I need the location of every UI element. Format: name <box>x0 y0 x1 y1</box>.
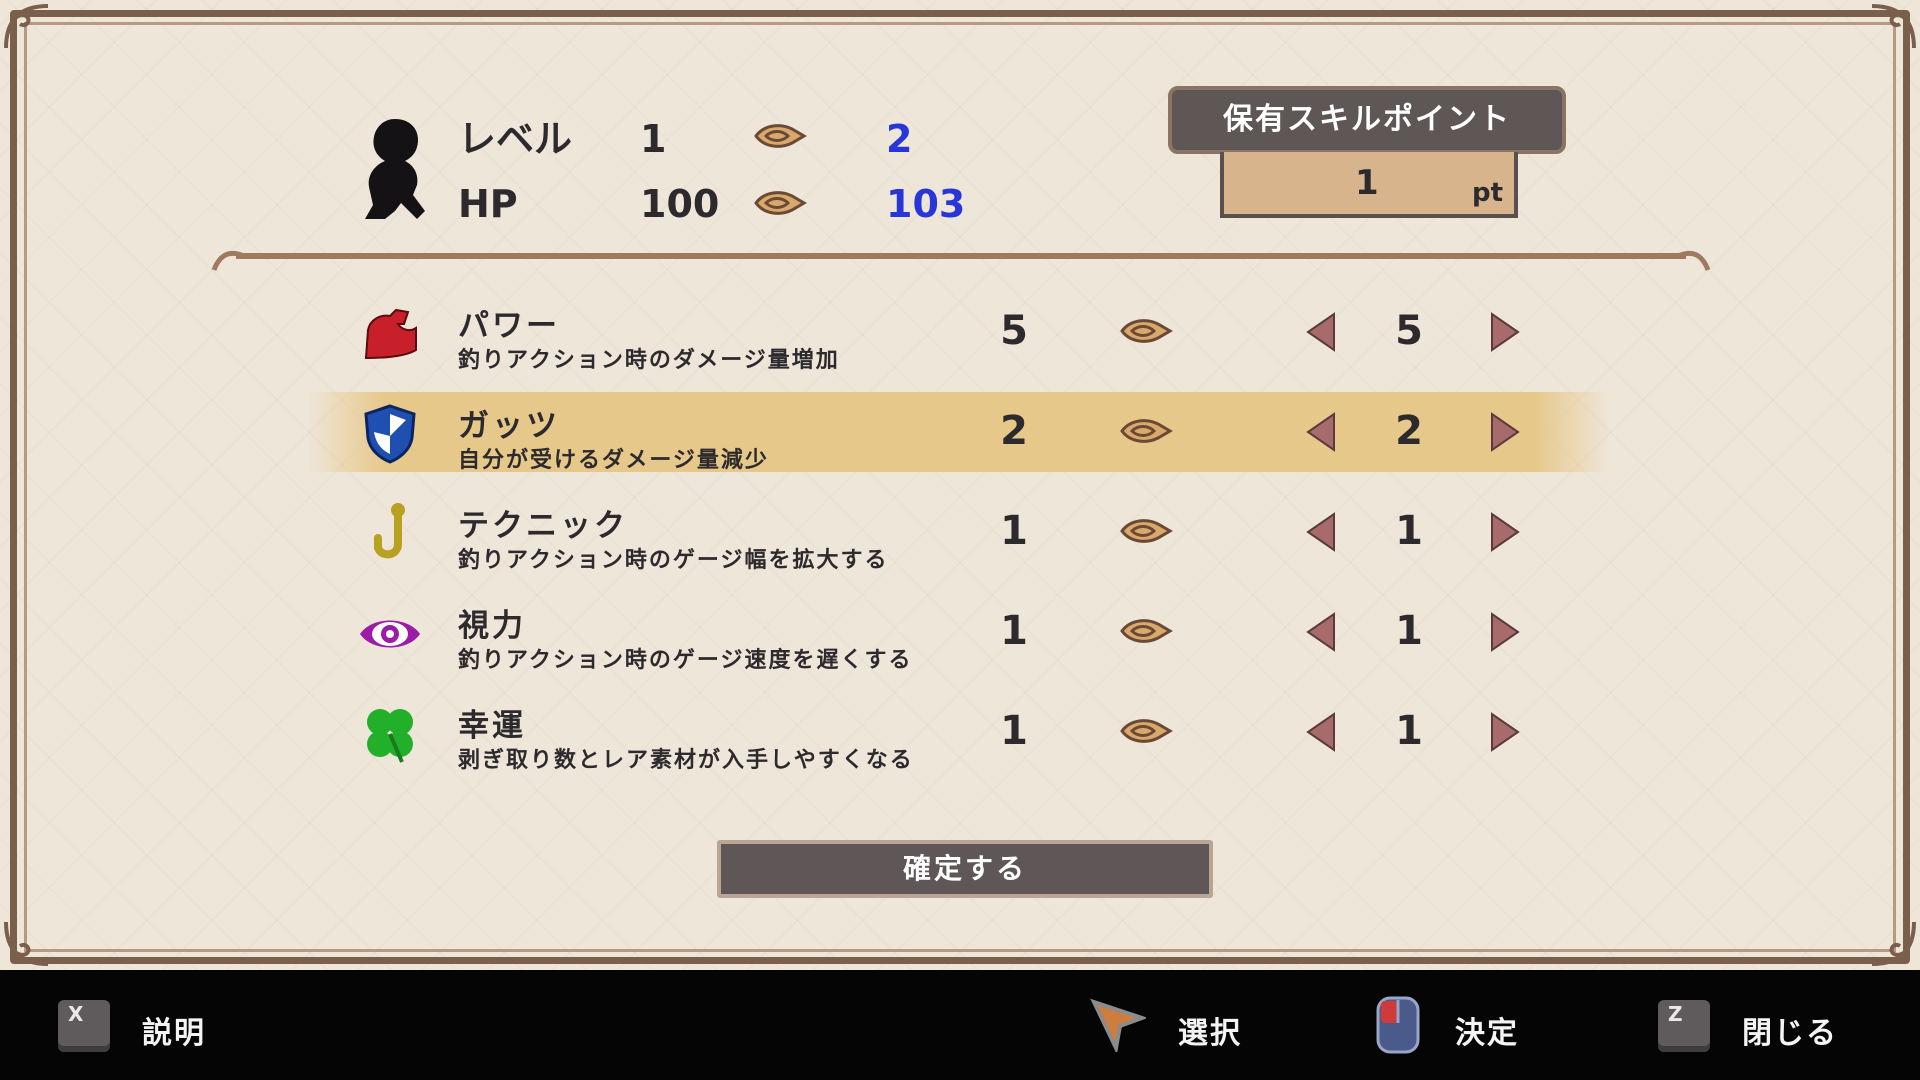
divider-ornament <box>211 250 1711 271</box>
decide-label: 決定 <box>1455 1016 1519 1051</box>
skill-current-value: 1 <box>1000 608 1028 654</box>
confirm-button[interactable]: 確定する <box>717 840 1213 898</box>
hp-next: 103 <box>886 182 966 226</box>
x-key-icon[interactable]: X <box>58 1000 110 1052</box>
hp-current: 100 <box>640 182 720 226</box>
level-label: レベル <box>458 117 573 161</box>
increase-button[interactable] <box>1488 512 1522 552</box>
skill-next-value: 1 <box>1395 508 1423 554</box>
arrow-ornament-icon <box>754 191 807 215</box>
muscle-arm-icon <box>358 302 422 366</box>
control-bar: X 説明 選択 決定 Z 閉じる <box>0 970 1920 1080</box>
decrease-button[interactable] <box>1304 312 1338 352</box>
increase-button[interactable] <box>1488 312 1522 352</box>
skill-next-value: 5 <box>1395 308 1423 354</box>
z-key-icon[interactable]: Z <box>1658 1000 1710 1052</box>
eye-icon <box>358 602 422 666</box>
clover-icon <box>358 702 422 766</box>
decrease-button[interactable] <box>1304 712 1338 752</box>
skill-next-value: 1 <box>1395 608 1423 654</box>
skill-current-value: 1 <box>1000 708 1028 754</box>
skill-description: 釣りアクション時のゲージ速度を遅くする <box>458 648 913 673</box>
skill-description: 釣りアクション時のゲージ幅を拡大する <box>458 548 889 573</box>
skill-description: 釣りアクション時のダメージ量増加 <box>458 348 840 373</box>
player-silhouette-icon <box>365 119 425 219</box>
arrow-ornament-icon <box>1118 414 1174 448</box>
shield-icon <box>358 402 422 466</box>
hp-label: HP <box>458 182 518 226</box>
skill-name: パワー <box>458 308 560 344</box>
fishhook-icon <box>358 502 422 566</box>
increase-button[interactable] <box>1488 712 1522 752</box>
decrease-button[interactable] <box>1304 612 1338 652</box>
mouse-icon <box>1376 996 1420 1054</box>
arrow-ornament-icon <box>1118 314 1174 348</box>
skill-current-value: 1 <box>1000 508 1028 554</box>
arrow-ornament-icon <box>1118 514 1174 548</box>
skill-name: 視力 <box>458 608 526 644</box>
skill-current-value: 5 <box>1000 308 1028 354</box>
skill-points-value: 1 <box>1355 163 1379 203</box>
skill-next-value: 2 <box>1395 408 1423 454</box>
level-current: 1 <box>640 117 667 161</box>
skill-name: 幸運 <box>458 708 526 744</box>
skill-name: ガッツ <box>458 408 560 444</box>
corner-ornament-icon <box>4 4 49 49</box>
skill-current-value: 2 <box>1000 408 1028 454</box>
z-key-label: Z <box>1668 1002 1683 1026</box>
skill-next-value: 1 <box>1395 708 1423 754</box>
select-label: 選択 <box>1178 1016 1242 1051</box>
increase-button[interactable] <box>1488 612 1522 652</box>
skill-panel: レベル 1 2 HP 100 103 保有スキルポイント 1 pt パワー釣りア… <box>0 0 1920 970</box>
level-next: 2 <box>886 117 913 161</box>
cursor-icon <box>1090 998 1146 1052</box>
panel-inner-frame <box>24 22 1896 952</box>
skill-points-title: 保有スキルポイント <box>1168 86 1566 154</box>
corner-ornament-icon <box>1871 921 1916 966</box>
skill-description: 自分が受けるダメージ量減少 <box>458 448 769 473</box>
x-key-label: X <box>68 1002 84 1026</box>
corner-ornament-icon <box>4 921 49 966</box>
skill-description: 剥ぎ取り数とレア素材が入手しやすくなる <box>458 748 914 773</box>
arrow-ornament-icon <box>1118 714 1174 748</box>
explain-label: 説明 <box>142 1016 206 1051</box>
close-label: 閉じる <box>1742 1016 1838 1051</box>
arrow-ornament-icon <box>1118 614 1174 648</box>
increase-button[interactable] <box>1488 412 1522 452</box>
corner-ornament-icon <box>1871 4 1916 49</box>
decrease-button[interactable] <box>1304 412 1338 452</box>
decrease-button[interactable] <box>1304 512 1338 552</box>
skill-points-unit: pt <box>1472 178 1504 208</box>
skill-name: テクニック <box>458 508 628 544</box>
arrow-ornament-icon <box>754 124 807 148</box>
